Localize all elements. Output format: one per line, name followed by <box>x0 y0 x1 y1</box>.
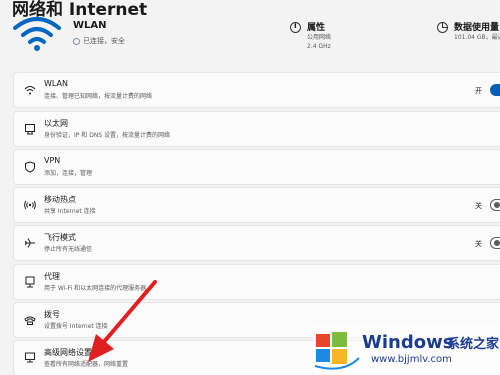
data-usage-link[interactable]: 数据使用量 101.04 GB，最近 30 <box>437 20 500 42</box>
toggle-state-label: 关 <box>475 240 482 248</box>
settings-item-desc: 添加，连接，管理 <box>44 170 93 177</box>
settings-item-desc: 连接、管理已知网络，按流量计费的网络 <box>44 93 153 100</box>
settings-item-label: 拨号 <box>44 310 60 319</box>
settings-item-vpn[interactable]: VPN 添加，连接，管理 <box>13 149 500 185</box>
network-status-text: 已连接，安全 <box>83 37 125 45</box>
properties-band: 2.4 GHz <box>307 43 331 50</box>
settings-item-label: 代理 <box>44 272 60 281</box>
wifi-connected-icon <box>13 17 61 51</box>
dialup-icon <box>24 316 36 325</box>
proxy-icon <box>25 276 35 288</box>
settings-item-label: 飞行模式 <box>44 233 76 242</box>
settings-item-desc: 查看所有网络适配器，网络重置 <box>44 361 129 368</box>
settings-item-proxy[interactable]: 代理 用于 Wi-Fi 和以太网连接的代理服务器 <box>13 264 500 300</box>
data-usage-amount: 101.04 GB，最近 30 <box>454 34 500 41</box>
properties-title: 属性 <box>307 23 326 33</box>
airplane-icon <box>25 238 35 248</box>
data-usage-title: 数据使用量 <box>454 23 500 33</box>
settings-item-label: 移动热点 <box>44 195 76 204</box>
info-icon <box>290 21 301 33</box>
properties-link[interactable]: 属性 公用网络 2.4 GHz <box>290 20 331 51</box>
watermark-brand-cn: 系统之家 <box>447 337 500 352</box>
globe-icon <box>73 37 80 45</box>
shield-icon <box>25 161 35 173</box>
toggle-state-label: 关 <box>475 202 482 210</box>
airplane-mode-toggle[interactable] <box>490 237 500 249</box>
monitor-network-icon <box>25 352 35 363</box>
network-status: 已连接，安全 <box>73 36 125 46</box>
ethernet-icon <box>25 124 35 135</box>
hotspot-icon <box>24 200 36 210</box>
properties-network-type: 公用网络 <box>307 34 332 41</box>
settings-item-ethernet[interactable]: 以太网 身份验证，IP 和 DNS 设置，按流量计费的网络 <box>13 111 500 147</box>
settings-item-label: 高级网络设置 <box>44 348 92 357</box>
settings-item-desc: 停止所有无线通信 <box>44 246 93 253</box>
settings-item-desc: 设置拨号 Internet 连接 <box>44 323 108 330</box>
settings-item-hotspot[interactable]: 移动热点 共享 Internet 连接 关 <box>13 187 500 223</box>
wifi-icon <box>24 86 36 95</box>
settings-item-label: 以太网 <box>44 119 68 128</box>
hotspot-toggle[interactable] <box>490 199 500 211</box>
network-name: WLAN <box>73 20 107 31</box>
settings-item-desc: 用于 Wi-Fi 和以太网连接的代理服务器 <box>44 285 147 292</box>
toggle-state-label: 开 <box>475 87 482 95</box>
watermark-url: www.bjjmlv.com <box>371 354 452 365</box>
watermark-brand: Windows <box>362 332 454 353</box>
settings-item-desc: 共享 Internet 连接 <box>44 208 96 215</box>
settings-item-wlan[interactable]: WLAN 连接、管理已知网络，按流量计费的网络 开 <box>13 72 500 108</box>
wlan-toggle[interactable] <box>490 84 500 96</box>
settings-item-airplane-mode[interactable]: 飞行模式 停止所有无线通信 关 <box>13 225 500 261</box>
settings-item-label: VPN <box>44 156 61 165</box>
settings-item-label: WLAN <box>44 79 69 88</box>
settings-item-desc: 身份验证，IP 和 DNS 设置，按流量计费的网络 <box>44 132 171 139</box>
data-usage-icon <box>437 22 448 33</box>
